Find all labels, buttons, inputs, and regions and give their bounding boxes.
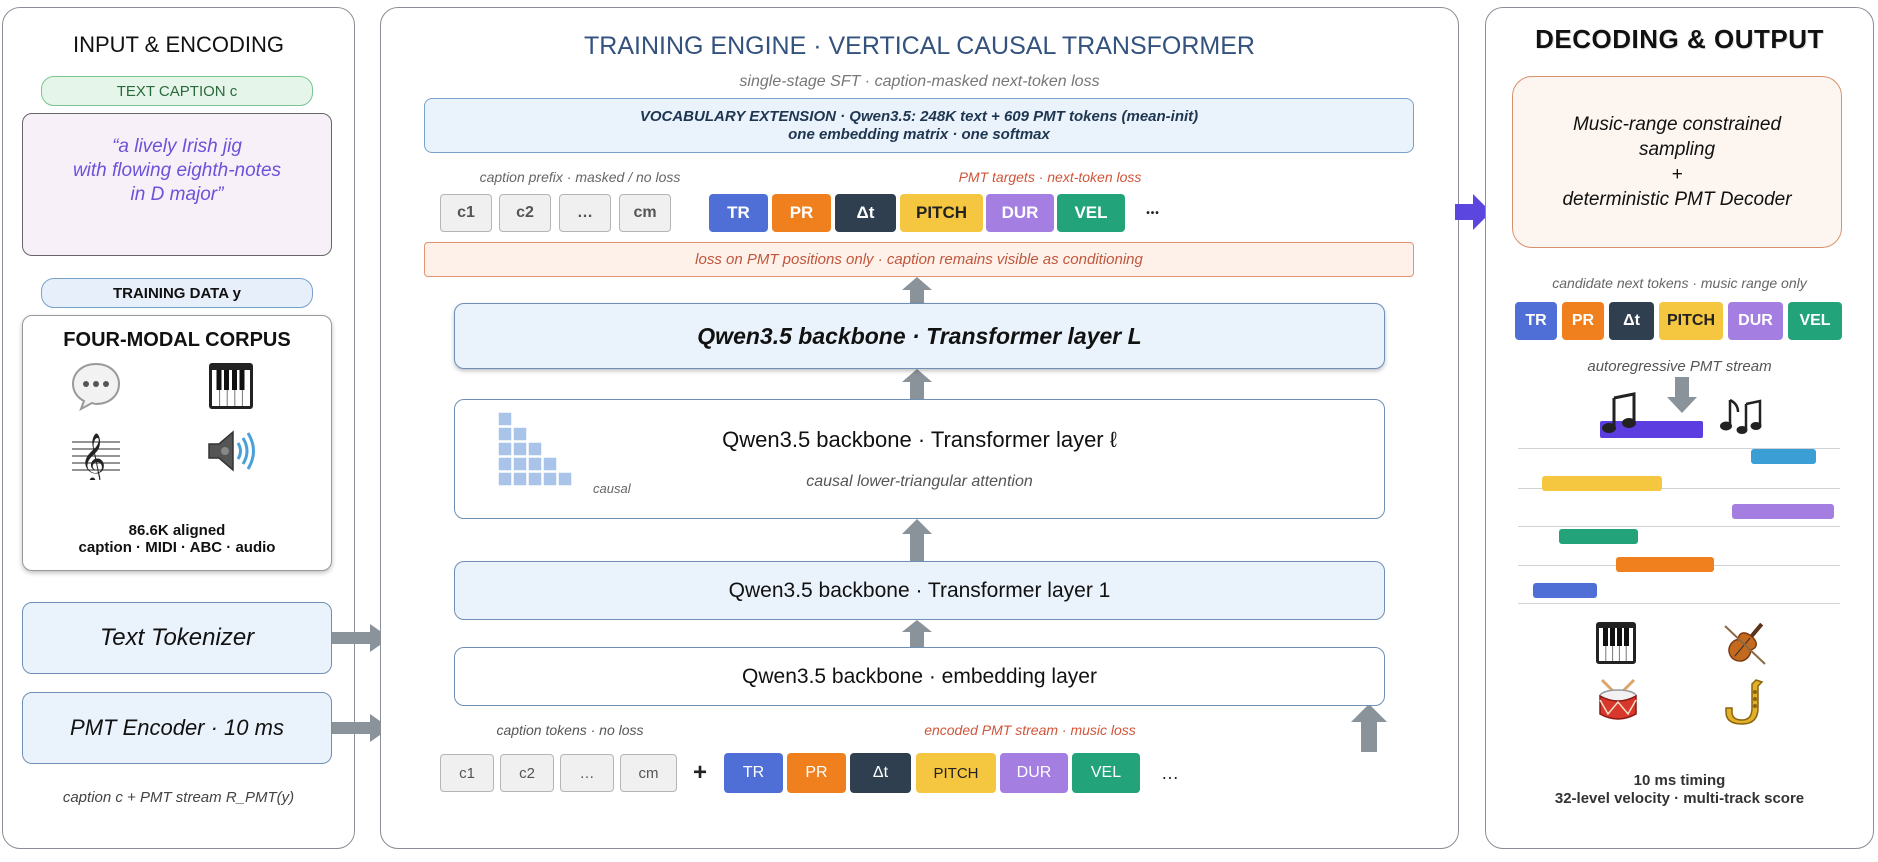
corpus-modalities: caption · MIDI · ABC · audio [78,538,276,556]
caption-line-1: “a lively Irish jig [112,135,242,157]
causal-mask-icon [498,412,573,487]
training-data-label: TRAINING DATA y [41,278,313,308]
pmt-stream-token-tr: TR [724,753,783,793]
roll-lane-5 [1518,603,1840,605]
decoding-output-title: DECODING & OUTPUT [1535,23,1824,54]
speech-bubble-icon [71,362,121,412]
corpus-title: FOUR-MODAL CORPUS [63,328,291,351]
piano-keys-icon [1596,622,1636,664]
candidate-token-dt: Δt [1609,302,1654,340]
caption-quote-box: “a lively Irish jig with flowing eighth-… [22,113,332,256]
right-footer-2: 32-level velocity · multi-track score [1554,789,1805,807]
training-engine-subtitle: single-stage SFT · caption-masked next-t… [739,73,1100,90]
pmt-target-token-pitch: PITCH [900,194,983,232]
music-note-icon [1602,392,1636,433]
loss-note-box: loss on PMT positions only · caption rem… [424,242,1414,277]
caption-token-c2: c2 [500,754,554,792]
stream-down-arrow [1667,377,1697,413]
caption-prefix-token-c2: c2 [499,194,551,232]
candidate-token-tr: TR [1515,302,1557,340]
training-engine-title: TRAINING ENGINE · VERTICAL CAUSAL TRANSF… [584,31,1255,60]
caption-prefix-label: caption prefix · masked / no loss [479,169,681,185]
saxophone-icon [1725,679,1764,725]
roll-note-blue [1533,583,1597,598]
candidate-token-pitch: PITCH [1659,302,1723,340]
vocab-line-1: VOCABULARY EXTENSION · Qwen3.5: 248K tex… [639,107,1199,125]
arrow-to-layer-1 [902,620,932,647]
plus-sign: + [692,759,707,786]
roll-note-blue-light [1751,449,1816,464]
transformer-layer-1: Qwen3.5 backbone · Transformer layer 1 [454,561,1385,620]
roll-note-purple [1732,504,1834,519]
vocabulary-extension-box: VOCABULARY EXTENSION · Qwen3.5: 248K tex… [424,98,1414,153]
roll-lane-3 [1518,526,1840,528]
caption-line-3: in D major” [130,183,224,205]
arrow-input-to-embedding [1351,704,1387,752]
pmt-target-token-dur: DUR [986,194,1054,232]
causal-label: causal [593,481,631,496]
pmt-targets-label: PMT targets · next-token loss [958,169,1142,185]
pmt-target-token-tr: TR [709,194,768,232]
caption-prefix-token-cm: cm [619,194,671,232]
left-footer: caption c + PMT stream R_PMT(y) [62,788,295,806]
transformer-layer-l-title: Qwen3.5 backbone · Transformer layer ℓ [722,427,1117,452]
corpus-stat: 86.6K aligned [128,521,226,539]
text-caption-label: TEXT CAPTION c [41,76,313,106]
caption-prefix-token-ellipsis: … [559,194,611,232]
roll-note-green [1559,529,1638,544]
vocab-line-2: one embedding matrix · one softmax [788,125,1050,143]
music-notes-icon [1720,398,1762,434]
sampling-line-2: sampling [1638,139,1716,160]
arrow-to-layer-l [902,519,932,561]
roll-note-orange [1616,557,1714,572]
right-footer-1: 10 ms timing [1633,771,1726,789]
pmt-stream-token-pitch: PITCH [916,753,996,793]
arrow-to-layer-L [902,369,932,399]
pmt-target-ellipsis: ••• [1146,207,1160,219]
pmt-stream-ellipsis: … [1161,762,1179,783]
caption-line-2: with flowing eighth-notes [72,159,282,181]
transformer-layer-L: Qwen3.5 backbone · Transformer layer L [454,303,1385,369]
roll-note-yellow [1542,476,1662,491]
pmt-stream-token-dt: Δt [850,753,911,793]
embedding-layer: Qwen3.5 backbone · embedding layer [454,647,1385,706]
sampling-line-1: Music-range constrained [1572,114,1782,135]
arrow-to-loss [902,277,932,305]
pmt-target-token-pr: PR [772,194,831,232]
caption-prefix-token-c1: c1 [440,194,492,232]
input-encoding-title: INPUT & ENCODING [72,32,285,57]
candidate-label: candidate next tokens · music range only [1552,275,1807,291]
sampling-decoder-box: Music-range constrained sampling + deter… [1512,76,1842,248]
stream-label: autoregressive PMT stream [1587,357,1772,375]
pmt-stream-token-dur: DUR [1000,753,1068,793]
treble-clef-icon: 𝄞 [72,433,120,480]
violin-icon [1724,622,1766,665]
pmt-encoder-box: PMT Encoder · 10 ms [22,692,332,764]
candidate-token-dur: DUR [1728,302,1783,340]
candidate-token-vel: VEL [1788,302,1842,340]
pmt-target-token-dt: Δt [835,194,896,232]
caption-token-c1: c1 [440,754,494,792]
sampling-line-3: deterministic PMT Decoder [1562,189,1792,210]
caption-token-ellipsis: … [560,754,614,792]
pmt-stream-token-vel: VEL [1072,753,1140,793]
caption-tokens-label: caption tokens · no loss [496,722,644,738]
caption-token-cm: cm [620,754,677,792]
sampling-plus: + [1671,164,1683,185]
drum-icon [1599,678,1637,720]
pmt-target-token-vel: VEL [1057,194,1125,232]
transformer-layer-l-box [454,399,1385,519]
speaker-icon [208,430,255,472]
svg-text:𝄞: 𝄞 [80,433,106,480]
candidate-token-pr: PR [1562,302,1604,340]
encoded-stream-label: encoded PMT stream · music loss [924,722,1136,738]
piano-keys-icon [209,363,253,409]
text-tokenizer-box: Text Tokenizer [22,602,332,674]
pmt-stream-token-pr: PR [787,753,846,793]
